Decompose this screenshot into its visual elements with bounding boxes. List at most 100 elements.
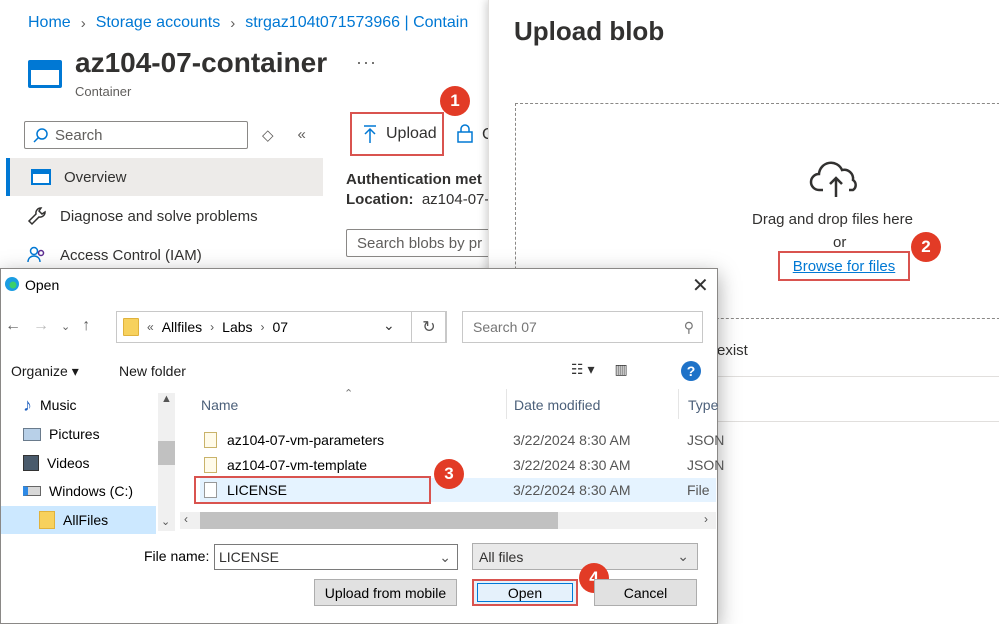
- drag-drop-text: Drag and drop files here: [752, 211, 913, 228]
- file-date: 3/22/2024 8:30 AM: [513, 432, 631, 448]
- breadcrumb-storage-account[interactable]: strgaz104t071573966 | Contain: [245, 14, 468, 32]
- sidebar-search-input[interactable]: Search: [24, 121, 248, 149]
- overwrite-option-text: exist: [717, 342, 748, 359]
- up-icon[interactable]: ↑: [82, 317, 90, 335]
- upload-from-mobile-button[interactable]: Upload from mobile: [314, 579, 457, 606]
- search-icon: ⚲: [683, 318, 694, 335]
- videos-icon: [23, 455, 39, 471]
- overflow-icon[interactable]: «: [147, 320, 154, 334]
- chevron-down-icon: ⌄: [677, 548, 689, 564]
- file-name-value: LICENSE: [219, 549, 279, 565]
- cloud-upload-icon: [809, 161, 857, 197]
- browse-for-files-link[interactable]: Browse for files: [778, 251, 910, 281]
- dialog-search-placeholder: Search 07: [473, 319, 537, 335]
- close-icon[interactable]: ✕: [692, 273, 709, 298]
- column-type[interactable]: Type: [688, 397, 718, 413]
- forward-icon[interactable]: →: [33, 317, 49, 335]
- address-bar[interactable]: « Allfiles › Labs › 07: [116, 311, 446, 343]
- divider: [717, 421, 999, 422]
- chevron-right-icon: ›: [210, 320, 215, 334]
- view-options-icon[interactable]: ☷ ▾: [571, 361, 594, 378]
- preview-pane-icon[interactable]: ▥: [614, 361, 627, 378]
- upload-icon: [364, 125, 376, 143]
- tree-scrollbar-thumb[interactable]: [158, 441, 175, 465]
- column-divider[interactable]: [678, 389, 679, 419]
- more-options-button[interactable]: ···: [356, 52, 377, 73]
- step-badge-2: 2: [911, 232, 941, 262]
- help-icon[interactable]: ?: [681, 361, 701, 381]
- location-label: Location:: [346, 191, 414, 208]
- breadcrumb-home[interactable]: Home: [28, 14, 71, 32]
- file-name-label: File name:: [144, 548, 210, 564]
- file-type: JSON: [687, 432, 725, 448]
- folder-icon: [123, 318, 139, 336]
- new-folder-button[interactable]: New folder: [119, 363, 186, 379]
- tree-item-label: AllFiles: [63, 512, 109, 528]
- file-name-input[interactable]: LICENSE ⌄: [214, 544, 458, 570]
- json-file-icon: [204, 432, 217, 448]
- sidebar-item-overview[interactable]: Overview: [6, 158, 323, 196]
- recent-locations-icon[interactable]: ⌄: [61, 320, 70, 333]
- music-icon: ♪: [23, 394, 32, 415]
- horizontal-scrollbar-thumb[interactable]: [200, 512, 558, 529]
- scroll-down-icon[interactable]: ⌄: [161, 515, 170, 528]
- page-title: az104-07-container: [75, 47, 328, 78]
- column-date[interactable]: Date modified: [514, 397, 600, 413]
- step-badge-1: 1: [440, 86, 470, 116]
- sidebar-controls: ◇ «: [262, 126, 306, 144]
- tree-item-label: Pictures: [49, 426, 100, 442]
- dialog-search-input[interactable]: Search 07 ⚲: [462, 311, 703, 343]
- back-icon[interactable]: ←: [5, 317, 21, 335]
- cancel-button[interactable]: Cancel: [594, 579, 697, 606]
- nav-buttons: ← → ⌄ ↑: [5, 317, 90, 335]
- panel-title: Upload blob: [514, 16, 665, 46]
- file-name: az104-07-vm-template: [227, 457, 368, 473]
- license-highlight: [194, 476, 431, 504]
- scroll-left-icon[interactable]: ‹: [184, 512, 188, 526]
- sort-ascending-icon: ⌃: [344, 388, 354, 400]
- file-type: File: [687, 482, 710, 498]
- or-text: or: [833, 234, 847, 251]
- container-icon: [31, 169, 51, 185]
- path-07[interactable]: 07: [273, 319, 289, 335]
- file-date: 3/22/2024 8:30 AM: [513, 482, 631, 498]
- scroll-up-icon[interactable]: ▲: [161, 393, 172, 405]
- sidebar-item-label: Access Control (IAM): [60, 246, 202, 264]
- tree-item-allfiles[interactable]: AllFiles: [1, 506, 156, 534]
- container-icon: [28, 60, 62, 88]
- people-icon: [27, 246, 45, 263]
- scroll-right-icon[interactable]: ›: [704, 512, 708, 526]
- file-type: JSON: [687, 457, 725, 473]
- tree-item-pictures[interactable]: Pictures: [23, 420, 100, 448]
- sidebar-item-label: Diagnose and solve problems: [60, 207, 258, 225]
- breadcrumb: Home › Storage accounts › strgaz104t0715…: [28, 14, 468, 32]
- upload-label: Upload: [386, 125, 437, 142]
- file-name: az104-07-vm-parameters: [227, 432, 385, 448]
- path-labs[interactable]: Labs: [222, 319, 252, 335]
- open-button[interactable]: Open: [472, 579, 578, 606]
- chevron-down-icon[interactable]: ⌄: [383, 317, 395, 334]
- organize-menu[interactable]: Organize ▾: [11, 363, 79, 380]
- file-row[interactable]: az104-07-vm-parameters 3/22/2024 8:30 AM…: [200, 428, 724, 452]
- tree-item-label: Windows (C:): [49, 483, 134, 499]
- sort-icon[interactable]: ◇: [262, 126, 274, 144]
- sidebar-item-diagnose[interactable]: Diagnose and solve problems: [6, 197, 323, 235]
- tree-item-videos[interactable]: Videos: [23, 449, 90, 477]
- blob-search-input[interactable]: Search blobs by pr: [346, 229, 506, 257]
- json-file-icon: [204, 457, 217, 473]
- chevron-down-icon[interactable]: ⌄: [439, 549, 451, 566]
- tree-item-label: Music: [40, 397, 77, 413]
- upload-button[interactable]: Upload: [350, 112, 444, 156]
- tree-item-label: Videos: [47, 455, 90, 471]
- open-button-label: Open: [477, 583, 573, 602]
- path-allfiles[interactable]: Allfiles: [162, 319, 202, 335]
- breadcrumb-storage-accounts[interactable]: Storage accounts: [96, 14, 221, 32]
- wrench-icon: [27, 207, 46, 226]
- tree-item-music[interactable]: ♪ Music: [23, 391, 77, 419]
- lock-icon[interactable]: [456, 124, 474, 144]
- column-name[interactable]: Name: [201, 397, 238, 413]
- tree-item-windows-c[interactable]: Windows (C:): [23, 477, 133, 505]
- column-divider[interactable]: [506, 389, 507, 419]
- collapse-sidebar-icon[interactable]: «: [298, 126, 306, 144]
- refresh-icon[interactable]: ↻: [411, 311, 447, 343]
